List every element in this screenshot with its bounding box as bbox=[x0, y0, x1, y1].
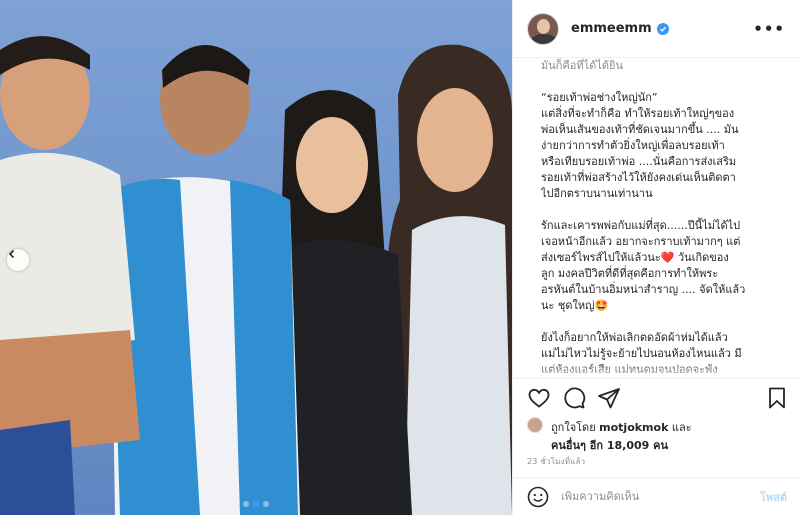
post-comment-button[interactable]: โพสต์ bbox=[760, 488, 787, 506]
caption-line: แต่สิ่งที่จะทำก็คือ ทำให้รอยเท้าใหญ่ๆของ bbox=[541, 107, 735, 120]
divider bbox=[513, 378, 800, 379]
caption-line: รอยเท้าที่พ่อสร้างไว้ให้ยังคงเด่นเห็นติด… bbox=[541, 171, 736, 184]
avatar[interactable] bbox=[527, 12, 559, 45]
caption-line bbox=[541, 74, 785, 90]
caption-line: นะ ชุดใหญ่🤩 bbox=[541, 299, 609, 312]
caption-line: ลูก มงคลปีวิตที่ดีที่สุดคือการทำให้พระ bbox=[541, 267, 719, 280]
caption-line: รักและเคารพพ่อกับแม่ที่สุด......ปีนี้ไม่… bbox=[541, 219, 741, 232]
liker-avatar[interactable] bbox=[527, 417, 543, 433]
caption-line: แม่ไม่ไหวไม่รู้จะย้ายไปนอนห้องไหนแล้ว มี bbox=[541, 347, 742, 360]
likes-others-label[interactable]: คนอื่นๆ อีก 18,009 คน bbox=[551, 439, 668, 452]
caption-line: ไปอีกตราบนานเท่านาน bbox=[541, 187, 653, 200]
comment-input[interactable] bbox=[561, 490, 741, 503]
post-side-panel: emmeemm ••• มันก็คือที่ได้ได้ยิน “รอยเท้า… bbox=[512, 0, 800, 515]
carousel-prev-button[interactable] bbox=[7, 249, 29, 271]
caption-line: พ่อเห็นเส้นของเท้าที่ชัดเจนมากขึ้น .... … bbox=[541, 123, 739, 136]
post-actions bbox=[527, 386, 789, 410]
bookmark-icon[interactable] bbox=[765, 386, 789, 410]
likes-prefix: ถูกใจโดย bbox=[551, 421, 596, 434]
carousel-dot-active bbox=[253, 501, 259, 507]
caption-line: มันก็คือที่ได้ได้ยิน bbox=[541, 59, 623, 72]
caption-line: ยังไงก็อยากให้พ่อเลิกตดอัดผ้าห่มได้แล้ว bbox=[541, 331, 728, 344]
username[interactable]: emmeemm bbox=[571, 21, 652, 36]
caption-line: เจอหน้าอีกแล้ว อยากจะกราบเท้ามากๆ แต่ bbox=[541, 235, 741, 248]
heart-icon[interactable] bbox=[527, 386, 551, 410]
caption-line bbox=[541, 202, 785, 218]
more-options-icon[interactable]: ••• bbox=[753, 20, 785, 38]
caption-line: หรือเทียบรอยเท้าพ่อ ....นั่นคือการส่งเสร… bbox=[541, 155, 737, 168]
caption-line: ง่ายกว่าการทำตัวยิ่งใหญ่เพื่อลบรอยเท้า bbox=[541, 139, 725, 152]
liker-username[interactable]: motjokmok bbox=[599, 421, 668, 434]
carousel-indicator bbox=[0, 501, 512, 507]
family-photo-illustration bbox=[0, 0, 512, 515]
carousel-dot bbox=[263, 501, 269, 507]
post-caption: มันก็คือที่ได้ได้ยิน “รอยเท้าพ่อช่างใหญ่น… bbox=[541, 58, 785, 378]
likes-summary: ถูกใจโดย motjokmok และ คนอื่นๆ อีก 18,00… bbox=[527, 414, 789, 454]
share-icon[interactable] bbox=[597, 386, 621, 410]
likes-others[interactable]: คนอื่นๆ อีก 18,009 คน bbox=[551, 436, 668, 454]
likes-line: ถูกใจโดย motjokmok และ bbox=[551, 418, 692, 436]
instagram-post: emmeemm ••• มันก็คือที่ได้ได้ยิน “รอยเท้า… bbox=[0, 0, 800, 515]
caption-line: อรหันต์ในบ้านอิ่มหน่าสำราญ .... จัดให้แล… bbox=[541, 283, 746, 296]
comment-icon[interactable] bbox=[562, 386, 586, 410]
emoji-icon[interactable] bbox=[527, 486, 549, 508]
caption-line: ส่งเซอร์ไพรส์ไปให้แล้วนะ❤️ วันเกิดของ bbox=[541, 251, 729, 264]
likes-conjunction: และ bbox=[671, 421, 692, 434]
post-timestamp[interactable]: 23 ชั่วโมงที่แล้ว bbox=[527, 455, 585, 468]
comment-bar: โพสต์ bbox=[513, 477, 800, 515]
verified-badge-icon bbox=[656, 22, 669, 35]
post-header: emmeemm ••• bbox=[513, 0, 800, 58]
chevron-left-icon bbox=[8, 249, 15, 259]
post-photo[interactable] bbox=[0, 0, 512, 515]
carousel-dot bbox=[243, 501, 249, 507]
caption-line bbox=[541, 314, 785, 330]
caption-line: “รอยเท้าพ่อช่างใหญ่นัก” bbox=[541, 91, 658, 104]
